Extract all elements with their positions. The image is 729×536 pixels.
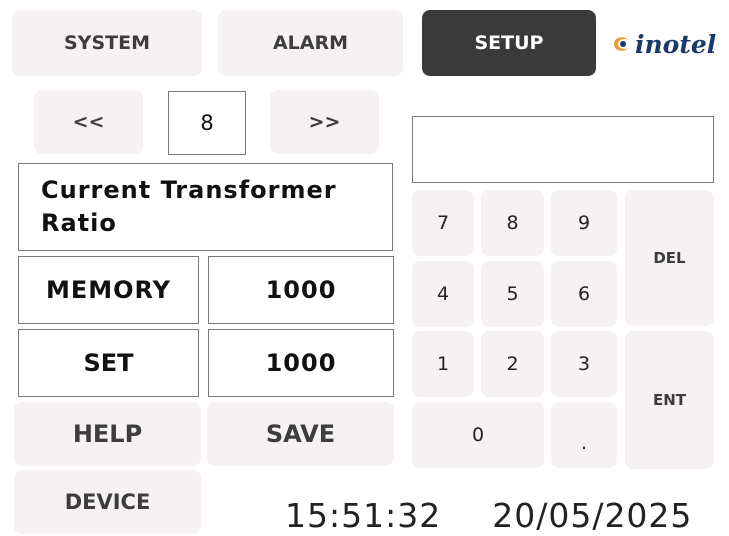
key-8[interactable]: 8: [481, 190, 544, 256]
key-9[interactable]: 9: [551, 190, 617, 256]
key-4[interactable]: 4: [412, 261, 474, 327]
key-3[interactable]: 3: [551, 331, 617, 397]
help-button[interactable]: HELP: [14, 402, 201, 466]
key-decimal[interactable]: .: [551, 402, 617, 468]
ent-button[interactable]: ENT: [625, 331, 714, 469]
device-button[interactable]: DEVICE: [14, 470, 201, 534]
logo-mark-icon: [614, 37, 628, 51]
set-label: SET: [18, 329, 199, 397]
memory-label: MEMORY: [18, 256, 199, 324]
key-5[interactable]: 5: [481, 261, 544, 327]
tab-system[interactable]: SYSTEM: [12, 10, 202, 76]
memory-value: 1000: [208, 256, 394, 324]
status-date: 20/05/2025: [492, 496, 693, 535]
tab-setup[interactable]: SETUP: [422, 10, 596, 76]
tab-alarm[interactable]: ALARM: [218, 10, 403, 76]
key-0[interactable]: 0: [412, 402, 544, 468]
prev-page-button[interactable]: <<: [34, 90, 143, 154]
logo-text: inotel: [635, 29, 717, 59]
page-number-field[interactable]: 8: [168, 91, 246, 155]
del-button[interactable]: DEL: [625, 190, 714, 326]
key-1[interactable]: 1: [412, 331, 474, 397]
status-time: 15:51:32: [285, 496, 442, 535]
parameter-name: Current Transformer Ratio: [18, 163, 393, 251]
save-button[interactable]: SAVE: [207, 402, 394, 466]
key-7[interactable]: 7: [412, 190, 474, 256]
status-datetime: 15:51:32 20/05/2025: [285, 496, 725, 536]
set-value-field[interactable]: 1000: [208, 329, 394, 397]
inotel-logo: inotel: [610, 24, 726, 64]
key-6[interactable]: 6: [551, 261, 617, 327]
keypad-display: [412, 116, 714, 183]
key-2[interactable]: 2: [481, 331, 544, 397]
next-page-button[interactable]: >>: [270, 90, 379, 154]
